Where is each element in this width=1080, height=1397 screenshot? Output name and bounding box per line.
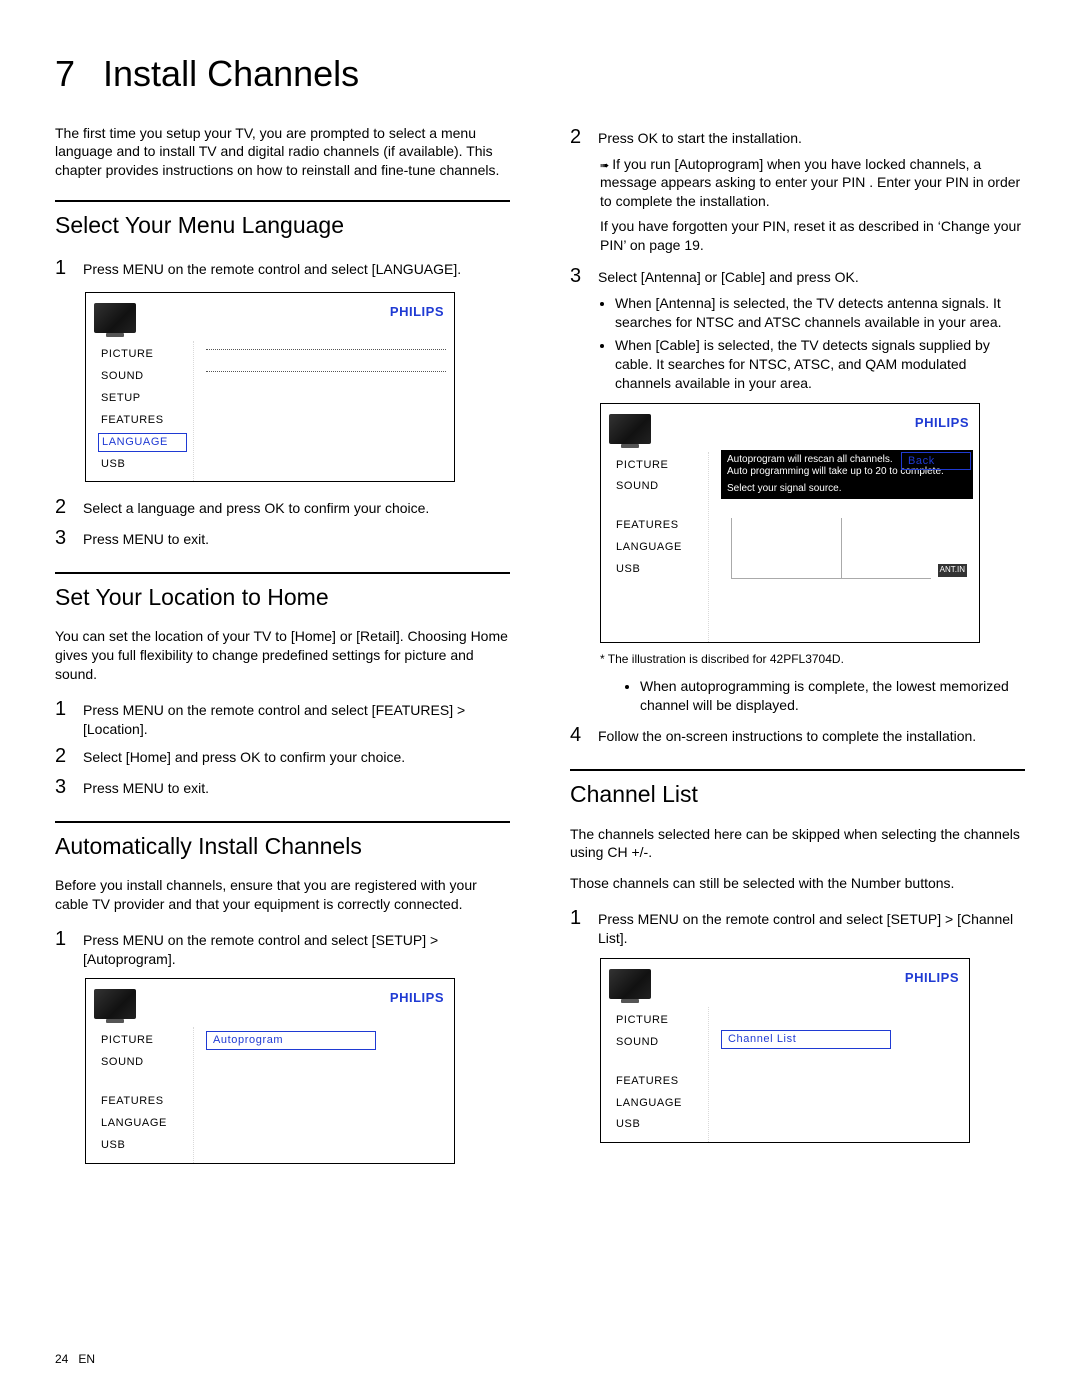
osd-item-features: FEATURES xyxy=(613,516,702,535)
step-number: 3 xyxy=(570,263,584,290)
step-number: 2 xyxy=(570,124,584,151)
msg-line3: Select your signal source. xyxy=(727,483,967,496)
bullet-cable: When [Cable] is selected, the TV detects… xyxy=(615,336,1015,393)
osd-item-language: LANGUAGE xyxy=(613,538,702,557)
tv-icon xyxy=(94,303,136,333)
step-number: 4 xyxy=(570,722,584,749)
step-text: Follow the on-screen instructions to com… xyxy=(598,725,1025,746)
step-number: 1 xyxy=(570,905,584,932)
osd-channel-list: PHILIPS PICTURE SOUND FEATURES LANGUAGE … xyxy=(600,958,970,1143)
intro-paragraph: The ﬁrst time you setup your TV, you are… xyxy=(55,124,510,181)
tv-icon xyxy=(609,969,651,999)
osd-item-picture: PICTURE xyxy=(98,1031,187,1050)
chapter-title: Install Channels xyxy=(103,53,359,94)
osd-item-setup: SETUP xyxy=(98,389,187,408)
heading-select-language: Select Your Menu Language xyxy=(55,200,510,241)
step-text: Press MENU on the remote control and sel… xyxy=(83,699,510,739)
osd-signal-source: PHILIPS PICTURE SOUND FEATURES LANGUAGE … xyxy=(600,403,980,643)
osd-channel-list-selected: Channel List xyxy=(721,1030,891,1049)
osd-item-sound: SOUND xyxy=(98,1053,187,1072)
osd-item-usb: USB xyxy=(98,1136,187,1155)
page-footer: 24 EN xyxy=(55,1351,95,1367)
osd-item-sound: SOUND xyxy=(613,477,702,496)
brand-logo: PHILIPS xyxy=(905,963,959,987)
osd-item-picture: PICTURE xyxy=(613,456,702,475)
step-number: 1 xyxy=(55,926,69,953)
location-intro: You can set the location of your TV to [… xyxy=(55,627,510,684)
osd-item-features: FEATURES xyxy=(613,1072,702,1091)
right-column: 2 Press OK to start the installation. If… xyxy=(570,124,1025,1176)
wiring-diagram: ANT.IN xyxy=(721,508,971,603)
osd-item-usb: USB xyxy=(613,560,702,579)
heading-channel-list: Channel List xyxy=(570,769,1025,810)
step-text: Press OK to start the installation. xyxy=(598,127,1025,148)
step-number: 2 xyxy=(55,494,69,521)
osd-item-picture: PICTURE xyxy=(98,345,187,364)
step-number: 1 xyxy=(55,255,69,282)
tv-icon xyxy=(609,414,651,444)
osd-item-usb: USB xyxy=(98,455,187,474)
heading-set-location: Set Your Location to Home xyxy=(55,572,510,613)
step-text: Press MENU on the remote control and sel… xyxy=(598,908,1025,948)
osd-item-features: FEATURES xyxy=(98,1092,187,1111)
step-text: Press MENU to exit. xyxy=(83,528,510,549)
bullet-antenna: When [Antenna] is selected, the TV detec… xyxy=(615,294,1015,332)
osd-item-features: FEATURES xyxy=(98,411,187,430)
osd-autoprogram-selected: Autoprogram xyxy=(206,1031,376,1050)
osd-language-menu: PHILIPS PICTURE SOUND SETUP FEATURES LAN… xyxy=(85,292,455,482)
chapter-number: 7 xyxy=(55,53,75,94)
bullet-after-autoprogram: When autoprogramming is complete, the lo… xyxy=(640,677,1015,715)
step-number: 3 xyxy=(55,525,69,552)
step-text: Select [Home] and press OK to conﬁrm you… xyxy=(83,746,510,767)
step-number: 2 xyxy=(55,743,69,770)
step-text: Select a language and press OK to conﬁrm… xyxy=(83,497,510,518)
step-text: Press MENU on the remote control and sel… xyxy=(83,929,510,969)
ant-in-label: ANT.IN xyxy=(938,564,967,577)
osd-item-picture: PICTURE xyxy=(613,1011,702,1030)
channel-list-intro2: Those channels can still be selected wit… xyxy=(570,874,1025,893)
chapter-heading: 7 Install Channels xyxy=(55,50,1025,99)
step-text: Select [Antenna] or [Cable] and press OK… xyxy=(598,266,1025,287)
osd-back-option: Back xyxy=(901,452,971,471)
brand-logo: PHILIPS xyxy=(390,983,444,1007)
page-number: 24 xyxy=(55,1352,68,1366)
channel-list-intro1: The channels selected here can be skippe… xyxy=(570,825,1025,863)
heading-auto-install: Automatically Install Channels xyxy=(55,821,510,862)
step-text: Press MENU to exit. xyxy=(83,777,510,798)
osd-item-language-selected: LANGUAGE xyxy=(98,433,187,452)
osd-item-sound: SOUND xyxy=(98,367,187,386)
auto-intro: Before you install channels, ensure that… xyxy=(55,876,510,914)
brand-logo: PHILIPS xyxy=(915,408,969,432)
page-lang: EN xyxy=(78,1352,95,1366)
step-text: Press MENU on the remote control and sel… xyxy=(83,258,510,279)
tv-icon xyxy=(94,989,136,1019)
step2-arrow-note: If you run [Autoprogram] when you have l… xyxy=(600,155,1025,212)
illustration-caption: * The illustration is discribed for 42PF… xyxy=(600,651,1025,667)
brand-logo: PHILIPS xyxy=(390,297,444,321)
osd-item-usb: USB xyxy=(613,1115,702,1134)
left-column: The ﬁrst time you setup your TV, you are… xyxy=(55,124,510,1176)
osd-item-language: LANGUAGE xyxy=(613,1094,702,1113)
osd-item-sound: SOUND xyxy=(613,1033,702,1052)
step-number: 3 xyxy=(55,774,69,801)
osd-item-language: LANGUAGE xyxy=(98,1114,187,1133)
step-number: 1 xyxy=(55,696,69,723)
step2-forgot-pin: If you have forgotten your PIN, reset it… xyxy=(600,217,1025,255)
osd-autoprogram-menu: PHILIPS PICTURE SOUND FEATURES LANGUAGE … xyxy=(85,978,455,1163)
